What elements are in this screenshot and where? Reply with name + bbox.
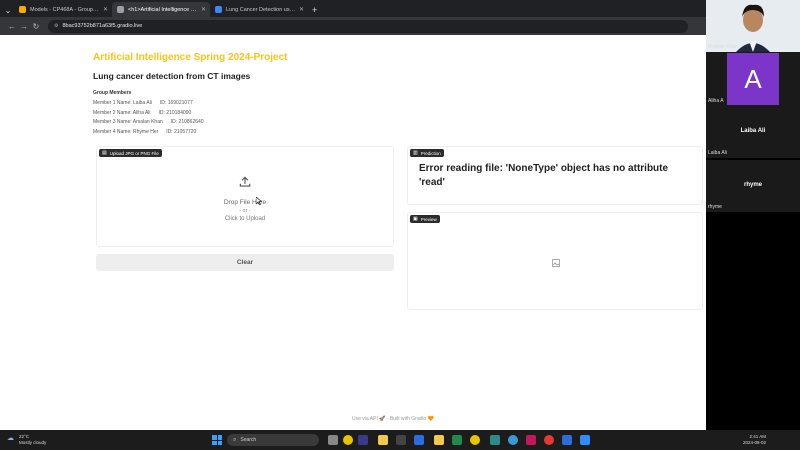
site-info-icon[interactable]: ⚙ [54, 23, 58, 29]
preview-output: ▣ Preview [407, 212, 703, 310]
excel-icon[interactable] [452, 435, 462, 445]
participant-name: Arsalan Khan [708, 44, 739, 50]
tab-label: <h1>Artificial Intelligence Sprin [128, 6, 198, 13]
page-icon [117, 6, 124, 13]
upload-label: ▤ Upload JPG or PNG File [99, 149, 162, 157]
participant-tile[interactable]: rhyme rhyme [706, 160, 800, 212]
avatar: A [727, 53, 779, 105]
tab-label: Models - CP468A - Group 12 - [30, 6, 100, 13]
image-placeholder-icon [552, 259, 560, 267]
file-explorer-icon[interactable] [378, 435, 388, 445]
mouse-cursor-icon [256, 197, 262, 205]
teams-icon[interactable] [358, 435, 368, 445]
system-clock[interactable]: 2:41 AM 2024-08-02 [743, 434, 766, 446]
participant-tile[interactable]: A Aliha A [706, 52, 800, 106]
search-placeholder: Search [240, 437, 257, 443]
app-icon[interactable] [490, 435, 500, 445]
folder-icon[interactable] [434, 435, 444, 445]
or-text: - or - [239, 208, 251, 214]
member-id: ID: 210184090 [158, 109, 192, 116]
file-icon: ▤ [102, 150, 107, 156]
search-icon: ⌕ [233, 436, 237, 443]
reload-icon[interactable]: ↻ [30, 22, 42, 31]
close-icon[interactable]: ✕ [299, 6, 304, 13]
participant-center-name: rhyme [743, 182, 762, 188]
taskbar-search[interactable]: ⌕ Search [227, 434, 319, 446]
participant-name: Aliha A [708, 98, 724, 104]
weather-desc: Mostly cloudy [19, 440, 47, 445]
preview-label: ▣ Preview [410, 215, 440, 223]
image-icon: ▣ [413, 216, 418, 222]
chrome-icon[interactable] [343, 435, 353, 445]
label-icon: ▥ [413, 150, 418, 156]
close-icon[interactable]: ✕ [201, 6, 206, 13]
presentation-icon [215, 6, 222, 13]
tab-search-button[interactable]: ⌄ [2, 4, 14, 16]
prediction-output: ▥ Prediction Error reading file: 'NoneTy… [407, 146, 703, 205]
word-icon[interactable] [562, 435, 572, 445]
forward-arrow-icon[interactable]: → [18, 22, 30, 31]
browser-tab-1[interactable]: Models - CP468A - Group 12 - ✕ [14, 2, 112, 17]
prediction-label-text: Prediction [420, 150, 441, 156]
upload-icon [239, 176, 251, 187]
group-members-heading: Group Members [93, 90, 132, 96]
upload-label-text: Upload JPG or PNG File [109, 150, 159, 156]
member-name: Member 1 Name: Laiba Ali [93, 100, 152, 106]
task-view-icon[interactable] [328, 435, 338, 445]
notion-icon[interactable] [396, 435, 406, 445]
browser-tab-2[interactable]: <h1>Artificial Intelligence Sprin ✕ [112, 2, 210, 17]
app-icon[interactable] [544, 435, 554, 445]
member-name: Member 3 Name: Arsalan Khan [93, 119, 163, 125]
back-arrow-icon[interactable]: ← [6, 22, 18, 31]
weather-widget[interactable]: ☁ 22°C Mostly cloudy [7, 434, 46, 446]
settings-icon[interactable] [414, 435, 424, 445]
member-id: ID: 210862640 [170, 119, 204, 125]
taskbar: ☁ 22°C Mostly cloudy ⌕ Search 2:41 AM 20… [0, 430, 800, 450]
member-row: Member 2 Name: Aliha Ali ID: 210184090 [93, 110, 199, 116]
page-title: Artificial Intelligence Spring 2024-Proj… [93, 52, 288, 63]
participant-tile[interactable]: Arsalan Khan [706, 0, 800, 52]
page-footer: Use via API 🚀 · Built with Gradio 🧡 [352, 416, 434, 422]
click-to-upload-text: Click to Upload [224, 216, 266, 222]
address-bar: ← → ↻ ⚙ 8bac93752b871a63f5.gradio.live [0, 17, 706, 35]
prediction-label: ▥ Prediction [410, 149, 444, 157]
member-id: ID: 21057720 [166, 128, 197, 135]
url-input[interactable]: ⚙ 8bac93752b871a63f5.gradio.live [48, 19, 688, 33]
clear-button[interactable]: Clear [96, 254, 394, 271]
new-tab-button[interactable]: + [312, 5, 317, 15]
participant-name: rhyme [708, 204, 722, 210]
windows-start-icon[interactable] [212, 435, 222, 445]
member-row: Member 4 Name: Rhyme Her ID: 21057720 [93, 129, 204, 135]
drop-file-text: Drop File Here [223, 199, 267, 206]
member-row: Member 3 Name: Arsalan Khan ID: 210862640 [93, 119, 212, 125]
prediction-text: Error reading file: 'NoneType' object ha… [419, 163, 669, 188]
chrome-profile-icon[interactable] [470, 435, 480, 445]
preview-label-text: Preview [420, 216, 437, 222]
edge-icon[interactable] [508, 435, 518, 445]
participant-center-name: Laiba Ali [740, 128, 766, 134]
close-icon[interactable]: ✕ [103, 6, 108, 13]
member-id: ID: 169021077 [159, 100, 193, 106]
zoom-icon[interactable] [580, 435, 590, 445]
tab-label: Lung Cancer Detection using C [226, 6, 296, 13]
participant-tile[interactable]: Laiba Ali Laiba Ali [706, 106, 800, 158]
page-subtitle: Lung cancer detection from CT images [93, 71, 251, 81]
url-text: 8bac93752b871a63f5.gradio.live [62, 23, 143, 29]
cloud-icon: ☁ [7, 435, 14, 442]
upload-dropzone[interactable]: ▤ Upload JPG or PNG File Drop File Here … [96, 146, 394, 247]
app-icon[interactable] [526, 435, 536, 445]
clock-date: 2024-08-02 [742, 440, 766, 445]
participants-panel: Arsalan Khan A Aliha A Laiba Ali Laiba A… [706, 0, 800, 430]
colab-icon [19, 6, 26, 13]
browser-tab-3[interactable]: Lung Cancer Detection using C ✕ [210, 2, 308, 17]
gradio-page: Artificial Intelligence Spring 2024-Proj… [0, 35, 706, 430]
browser-tab-bar: ⌄ Models - CP468A - Group 12 - ✕ <h1>Art… [0, 0, 706, 17]
member-name: Member 2 Name: Aliha Ali [93, 109, 151, 116]
participant-name: Laiba Ali [708, 150, 727, 156]
member-row: Member 1 Name: Laiba Ali ID: 169021077 [93, 100, 201, 106]
member-name: Member 4 Name: Rhyme Her [93, 128, 159, 135]
upload-instructions: Drop File Here - or - Click to Upload [97, 175, 393, 222]
